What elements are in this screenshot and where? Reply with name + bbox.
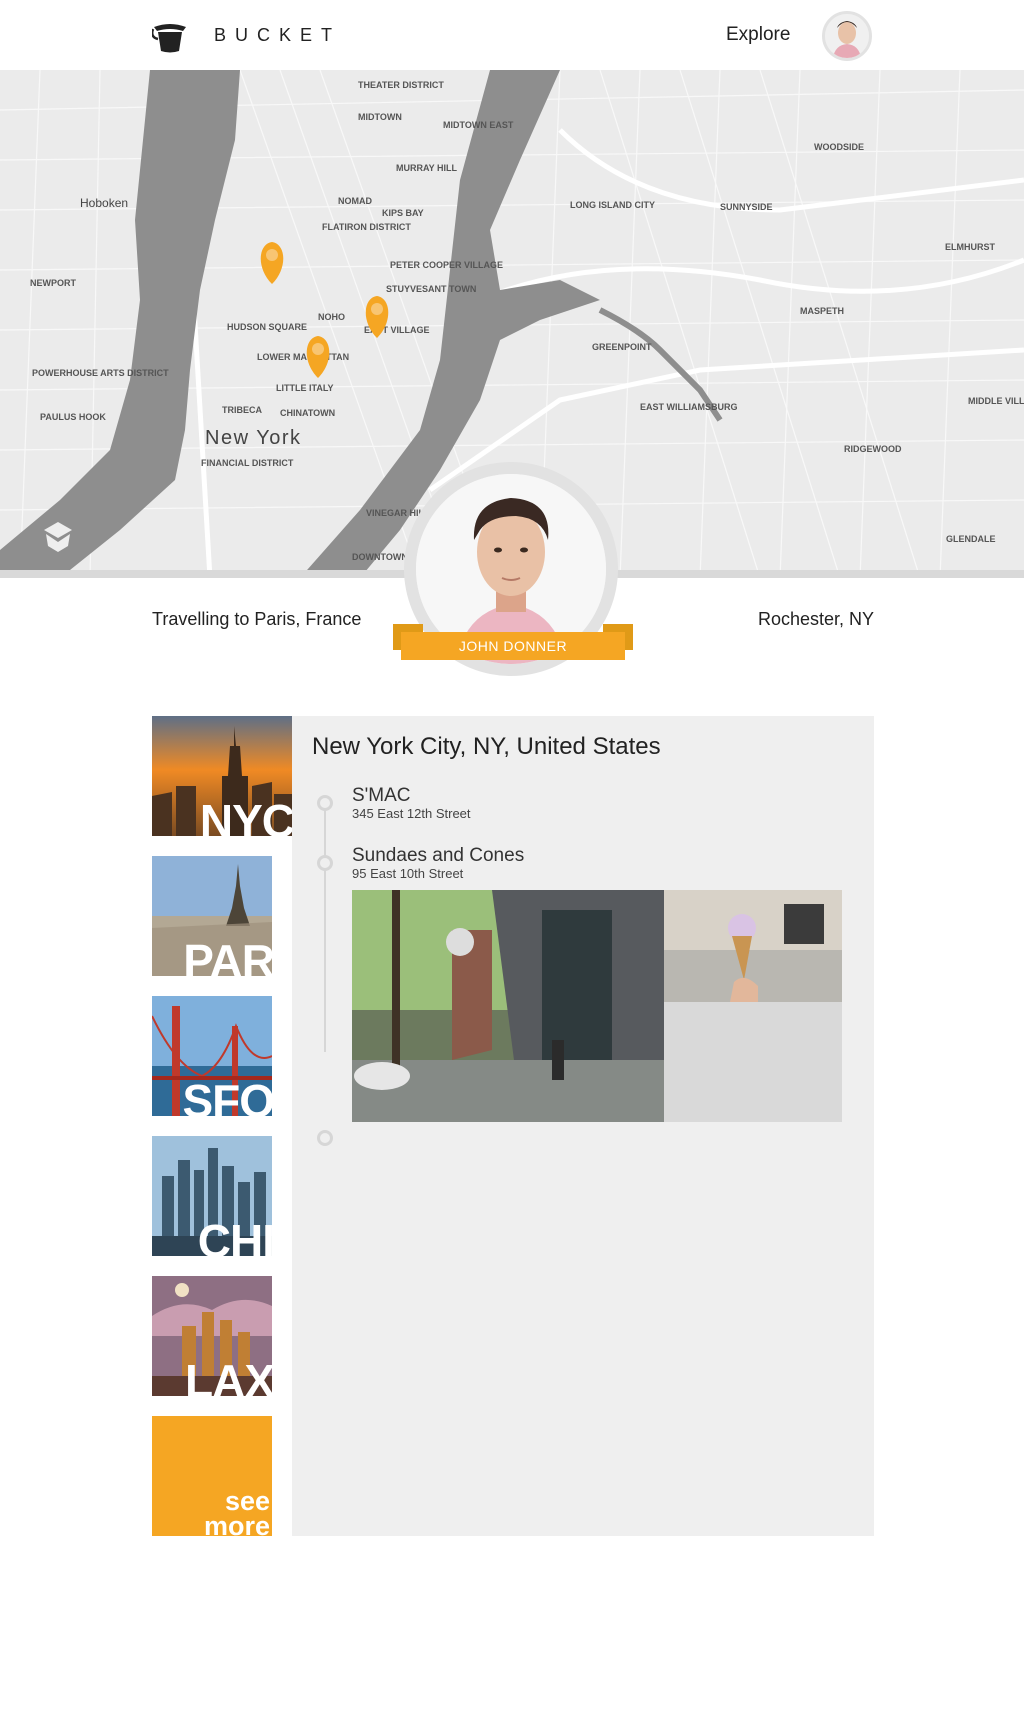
map-label: NEWPORT (30, 278, 77, 288)
map-label: TRIBECA (222, 405, 262, 415)
map-label: MURRAY HILL (396, 163, 458, 173)
map-label: MIDDLE VILL (968, 396, 1024, 406)
city-tile-chi[interactable]: CHI (152, 1136, 272, 1256)
map-label: WOODSIDE (814, 142, 864, 152)
timeline-dot (317, 855, 333, 871)
place-name[interactable]: S'MAC (352, 785, 411, 807)
profile-name-ribbon: JOHN DONNER (393, 624, 633, 662)
city-label: PAR (183, 935, 272, 976)
user-avatar[interactable] (822, 11, 872, 61)
top-header: BUCKET Explore (0, 0, 1024, 70)
map-label: ELMHURST (945, 242, 995, 252)
city-tile-par[interactable]: PAR (152, 856, 272, 976)
map-label: POWERHOUSE ARTS DISTRICT (32, 368, 169, 378)
map-label: FINANCIAL DISTRICT (201, 458, 294, 468)
place-photo[interactable] (352, 890, 664, 1122)
map-label-city: New York (205, 427, 302, 449)
map-label: HUDSON SQUARE (227, 322, 307, 332)
home-location: Rochester, NY (758, 609, 875, 629)
profile-name: JOHN DONNER (401, 632, 625, 660)
city-tile-sfo[interactable]: SFO (152, 996, 272, 1116)
city-label: CHI (197, 1215, 272, 1256)
map-label: LITTLE ITALY (276, 383, 334, 393)
map-label: Hoboken (80, 196, 128, 210)
place-name[interactable]: Sundaes and Cones (352, 845, 524, 867)
map-label: THEATER DISTRICT (358, 80, 444, 90)
map-label: NOHO (318, 312, 345, 322)
bucket-logo-icon[interactable] (152, 21, 188, 53)
city-tile-nyc[interactable]: NYC (152, 716, 292, 836)
map-label: PETER COOPER VILLAGE (390, 260, 503, 270)
city-detail-panel: New York City, NY, United States S'MAC 3… (292, 716, 874, 1536)
city-tile-lax[interactable]: LAX (152, 1276, 272, 1396)
map-label: CHINATOWN (280, 408, 335, 418)
map-label: RIDGEWOOD (844, 444, 902, 454)
map-label: NOMAD (338, 196, 372, 206)
map-label: MIDTOWN EAST (443, 120, 514, 130)
city-label: NYC (199, 795, 292, 836)
city-label: LAX (185, 1355, 272, 1396)
map-label: EAST WILLIAMSBURG (640, 402, 738, 412)
nav-explore-link[interactable]: Explore (726, 24, 790, 46)
map-label: MIDTOWN (358, 112, 402, 122)
map-label: LONG ISLAND CITY (570, 200, 655, 210)
map-label: FLATIRON DISTRICT (322, 222, 411, 232)
map-label: STUYVESANT TOWN (386, 284, 476, 294)
see-more-line2: more (203, 1510, 270, 1536)
map-label: GLENDALE (946, 534, 996, 544)
place-photo[interactable] (664, 890, 842, 1002)
photo-placeholder (664, 1002, 842, 1122)
map-label: MASPETH (800, 306, 844, 316)
map-label: SUNNYSIDE (720, 202, 773, 212)
brand-name[interactable]: BUCKET (214, 25, 341, 46)
place-address: 345 East 12th Street (352, 806, 471, 821)
timeline-line (324, 802, 326, 1052)
map-label: KIPS BAY (382, 208, 424, 218)
travel-status: Travelling to Paris, France (152, 609, 362, 629)
city-detail-title: New York City, NY, United States (312, 733, 661, 760)
map-label: LOWER MANHATTAN (257, 352, 349, 362)
map-label: PAULUS HOOK (40, 412, 106, 422)
city-label: SFO (182, 1075, 272, 1116)
see-more-button[interactable]: see more (152, 1416, 272, 1536)
place-address: 95 East 10th Street (352, 866, 464, 881)
timeline-dot (317, 795, 333, 811)
map-label: GREENPOINT (592, 342, 652, 352)
timeline-dot (317, 1130, 333, 1146)
